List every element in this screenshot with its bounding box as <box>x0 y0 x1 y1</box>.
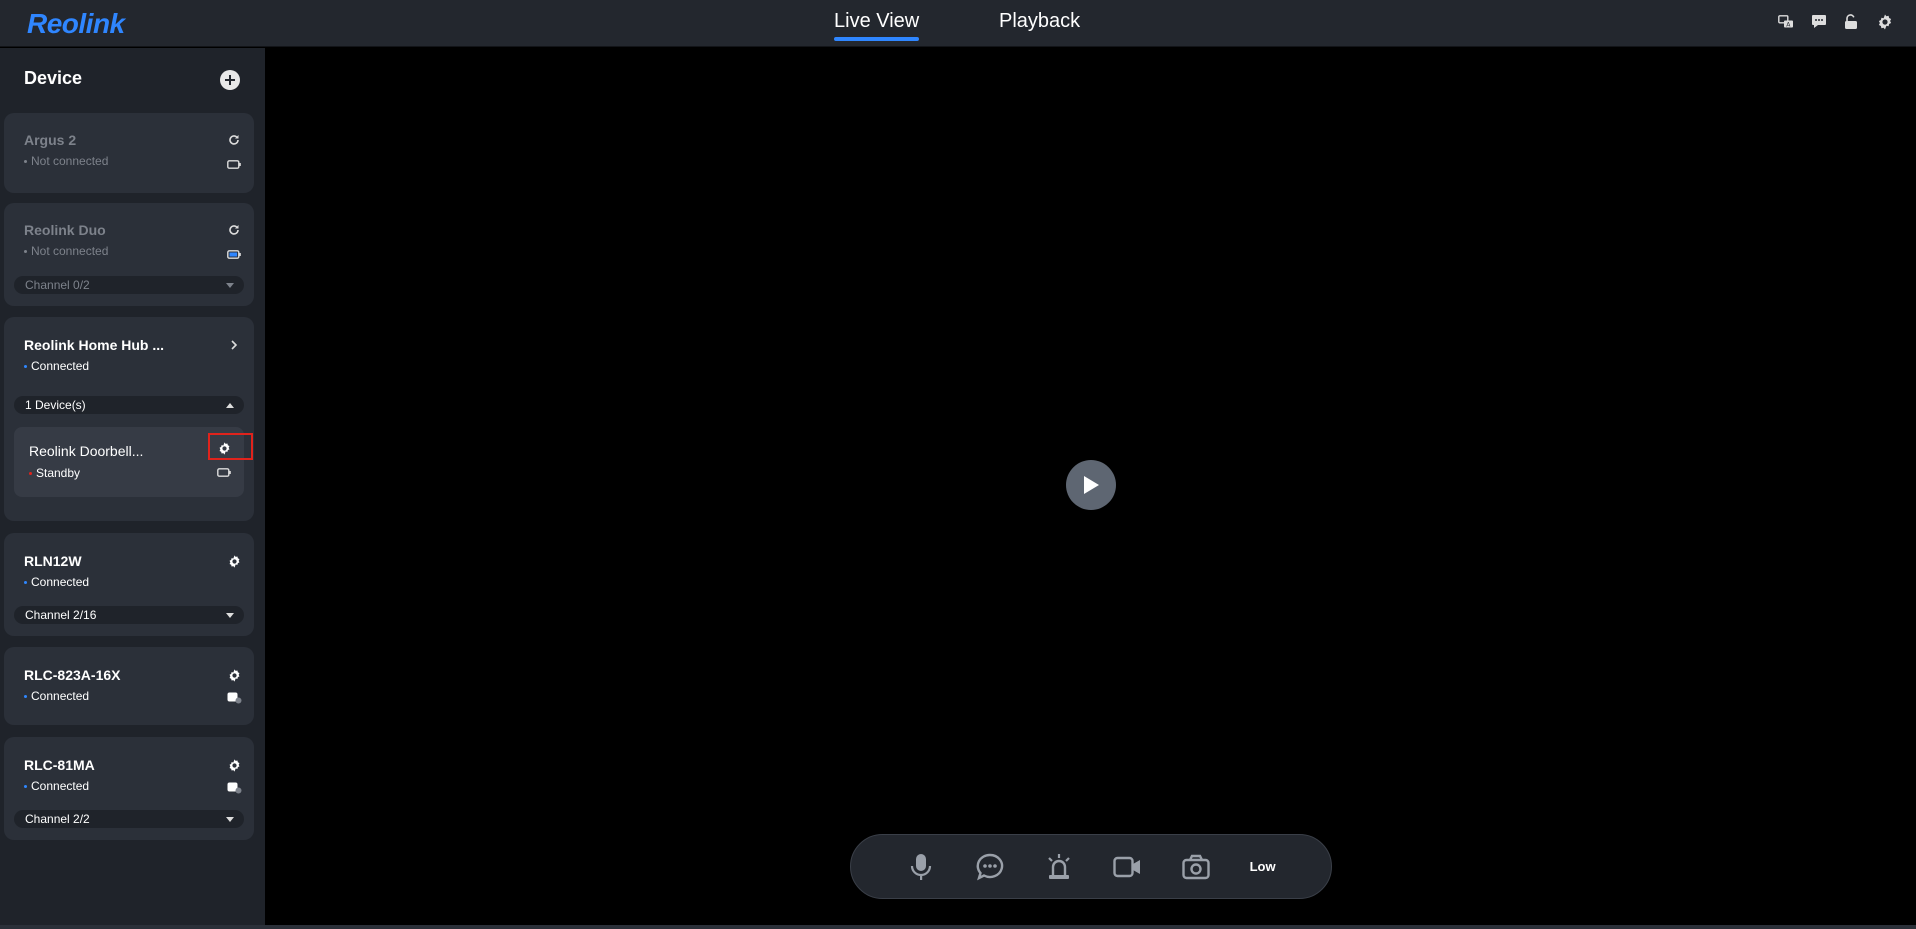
stream-quality-button[interactable]: Low <box>1250 859 1276 874</box>
device-card-home-hub[interactable]: Reolink Home Hub ... Connected 1 Device(… <box>4 317 254 521</box>
channel-label: Channel 2/2 <box>25 812 90 826</box>
translate-icon[interactable]: A <box>1776 12 1795 31</box>
gear-icon[interactable] <box>226 757 242 773</box>
device-name: RLC-823A-16X <box>24 667 121 683</box>
status-text: Connected <box>31 359 90 373</box>
status-dot <box>24 159 27 163</box>
channel-label: Channel 0/2 <box>25 278 90 292</box>
device-card-reolink-duo[interactable]: Reolink Duo Not connected Channel 0/2 <box>4 203 254 306</box>
microphone-button[interactable] <box>906 852 936 882</box>
live-view-viewport[interactable]: Low <box>266 48 1916 925</box>
tab-playback[interactable]: Playback <box>999 10 1080 33</box>
top-toolbar: A <box>1776 12 1894 31</box>
devices-count-label: 1 Device(s) <box>25 398 86 412</box>
status-text: Standby <box>36 466 81 480</box>
sidebar-header: Device <box>24 68 240 92</box>
gear-icon[interactable] <box>226 667 242 683</box>
unlock-icon[interactable] <box>1842 12 1861 31</box>
power-plug-icon <box>226 690 242 706</box>
status-dot <box>24 364 27 368</box>
refresh-icon[interactable] <box>226 132 242 148</box>
record-button[interactable] <box>1112 852 1142 882</box>
device-card-argus-2[interactable]: Argus 2 Not connected <box>4 113 254 193</box>
status-dot <box>24 694 27 698</box>
sub-device-name: Reolink Doorbell... <box>29 443 144 459</box>
siren-icon <box>1047 853 1070 879</box>
status-text: Connected <box>31 689 90 703</box>
snapshot-button[interactable] <box>1181 852 1211 882</box>
bottom-strip <box>0 925 1916 929</box>
status-dot <box>24 580 27 584</box>
chevron-down-icon <box>226 613 234 618</box>
status-text: Connected <box>31 575 90 589</box>
device-card-rlc-823a-16x[interactable]: RLC-823A-16X Connected <box>4 647 254 725</box>
device-name: Reolink Duo <box>24 222 106 238</box>
device-sidebar: Device Argus 2 Not connected Reolink Duo… <box>0 48 265 925</box>
device-name: RLN12W <box>24 553 82 569</box>
message-icon[interactable] <box>1809 12 1828 31</box>
add-device-button[interactable] <box>220 70 240 90</box>
sub-devices-toggle[interactable]: 1 Device(s) <box>14 396 244 414</box>
chat-icon <box>976 853 1004 880</box>
channel-select[interactable]: Channel 2/16 <box>14 606 244 624</box>
device-card-rln12w[interactable]: RLN12W Connected Channel 2/16 <box>4 533 254 636</box>
status-text: Not connected <box>31 244 109 258</box>
battery-icon <box>226 246 242 262</box>
device-status: Connected <box>24 359 89 373</box>
device-status: Connected <box>24 575 89 589</box>
live-control-bar: Low <box>850 834 1332 899</box>
sub-device-card-doorbell[interactable]: Reolink Doorbell... Standby <box>14 427 253 497</box>
status-text: Not connected <box>31 154 109 168</box>
gear-icon[interactable] <box>226 553 242 569</box>
device-status: Connected <box>24 779 89 793</box>
device-status: Not connected <box>24 154 108 168</box>
chevron-down-icon <box>226 817 234 822</box>
chevron-up-icon <box>226 403 234 408</box>
chevron-right-icon[interactable] <box>226 337 242 353</box>
sidebar-title: Device <box>24 68 83 88</box>
chat-button[interactable] <box>975 852 1005 882</box>
status-dot <box>24 784 27 788</box>
sub-device-status: Standby <box>29 466 80 480</box>
battery-icon <box>226 156 242 172</box>
refresh-icon[interactable] <box>226 222 242 238</box>
device-status: Connected <box>24 689 89 703</box>
highlight-box <box>208 433 253 460</box>
camera-icon <box>1182 854 1210 879</box>
gear-icon[interactable] <box>1875 12 1894 31</box>
channel-select[interactable]: Channel 0/2 <box>14 276 244 294</box>
device-status: Not connected <box>24 244 108 258</box>
top-bar: Reolink Live View Playback A <box>0 0 1916 47</box>
device-name: Reolink Home Hub ... <box>24 337 165 353</box>
video-camera-icon <box>1113 856 1141 877</box>
status-text: Connected <box>31 779 90 793</box>
tab-live-view[interactable]: Live View <box>834 10 920 41</box>
chevron-down-icon <box>226 283 234 288</box>
battery-icon <box>216 464 232 480</box>
device-name: Argus 2 <box>24 132 77 148</box>
siren-button[interactable] <box>1044 852 1074 882</box>
channel-select[interactable]: Channel 2/2 <box>14 810 244 828</box>
power-plug-icon <box>226 780 242 796</box>
channel-label: Channel 2/16 <box>25 608 97 622</box>
status-dot <box>24 249 27 253</box>
play-button[interactable] <box>1066 460 1116 510</box>
microphone-icon <box>911 853 932 880</box>
play-icon <box>1084 476 1099 494</box>
device-card-rlc-81ma[interactable]: RLC-81MA Connected Channel 2/2 <box>4 737 254 840</box>
reolink-logo: Reolink <box>27 8 125 39</box>
device-name: RLC-81MA <box>24 757 95 773</box>
status-dot <box>29 471 32 475</box>
